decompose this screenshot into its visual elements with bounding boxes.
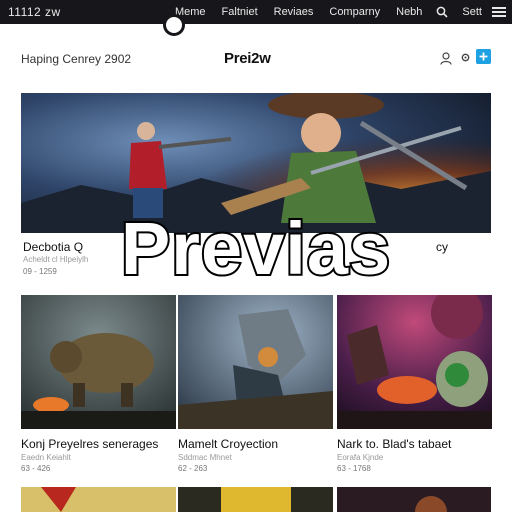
overlay-watermark: Previas bbox=[119, 205, 392, 292]
status-time: 11112 zw bbox=[8, 5, 61, 19]
plus-icon[interactable] bbox=[476, 49, 491, 64]
card-thumbnail[interactable] bbox=[21, 295, 176, 429]
gear-icon[interactable] bbox=[460, 52, 471, 63]
card-title[interactable]: Nark to. Blad's tabaet bbox=[337, 437, 492, 451]
site-logo[interactable]: Prei2w bbox=[224, 50, 271, 67]
card-thumbnail[interactable] bbox=[337, 295, 492, 429]
card-author: Eorafa Kjnde bbox=[337, 453, 384, 462]
site-tagline: Haping Cenrey 2902 bbox=[21, 52, 132, 66]
top-bar: 11112 zw Meme Faltniet Reviaes Comparny … bbox=[0, 0, 512, 24]
card-date: 63 - 1768 bbox=[337, 464, 371, 473]
nav-item-reviaes[interactable]: Reviaes bbox=[274, 6, 314, 18]
nav-item-nebh[interactable]: Nebh bbox=[396, 6, 422, 18]
card-date: 63 - 426 bbox=[21, 464, 51, 473]
card-date: 62 - 263 bbox=[178, 464, 208, 473]
more-label: Sett bbox=[462, 6, 482, 18]
menu-icon[interactable] bbox=[492, 7, 506, 17]
article-card-3[interactable]: Nark to. Blad's tabaet Eorafa Kjnde 63 -… bbox=[337, 295, 492, 473]
article-card-2[interactable]: Mamelt Croyection Sddmac Mhnet 62 - 263 bbox=[178, 295, 333, 473]
top-nav: Meme Faltniet Reviaes Comparny Nebh Sett bbox=[159, 0, 506, 24]
user-icon[interactable] bbox=[440, 52, 452, 65]
card-title[interactable]: Mamelt Croyection bbox=[178, 437, 333, 451]
nav-item-comparny[interactable]: Comparny bbox=[329, 6, 380, 18]
more-menu[interactable]: Sett bbox=[462, 6, 506, 18]
search-icon[interactable] bbox=[436, 6, 448, 18]
card-thumbnail[interactable] bbox=[178, 295, 333, 429]
site-header: Haping Cenrey 2902 Prei2w bbox=[0, 36, 512, 80]
card-author: Sddmac Mhnet bbox=[178, 453, 232, 462]
card-author: Eaedn Keiahlt bbox=[21, 453, 71, 462]
decorative-circle bbox=[163, 14, 185, 36]
nav-item-faltniet[interactable]: Faltniet bbox=[222, 6, 258, 18]
next-row-thumbnails[interactable] bbox=[21, 487, 491, 517]
card-title[interactable]: Konj Preyelres senerages bbox=[21, 437, 176, 451]
article-card-1[interactable]: Konj Preyelres senerages Eaedn Keiahlt 6… bbox=[21, 295, 176, 473]
